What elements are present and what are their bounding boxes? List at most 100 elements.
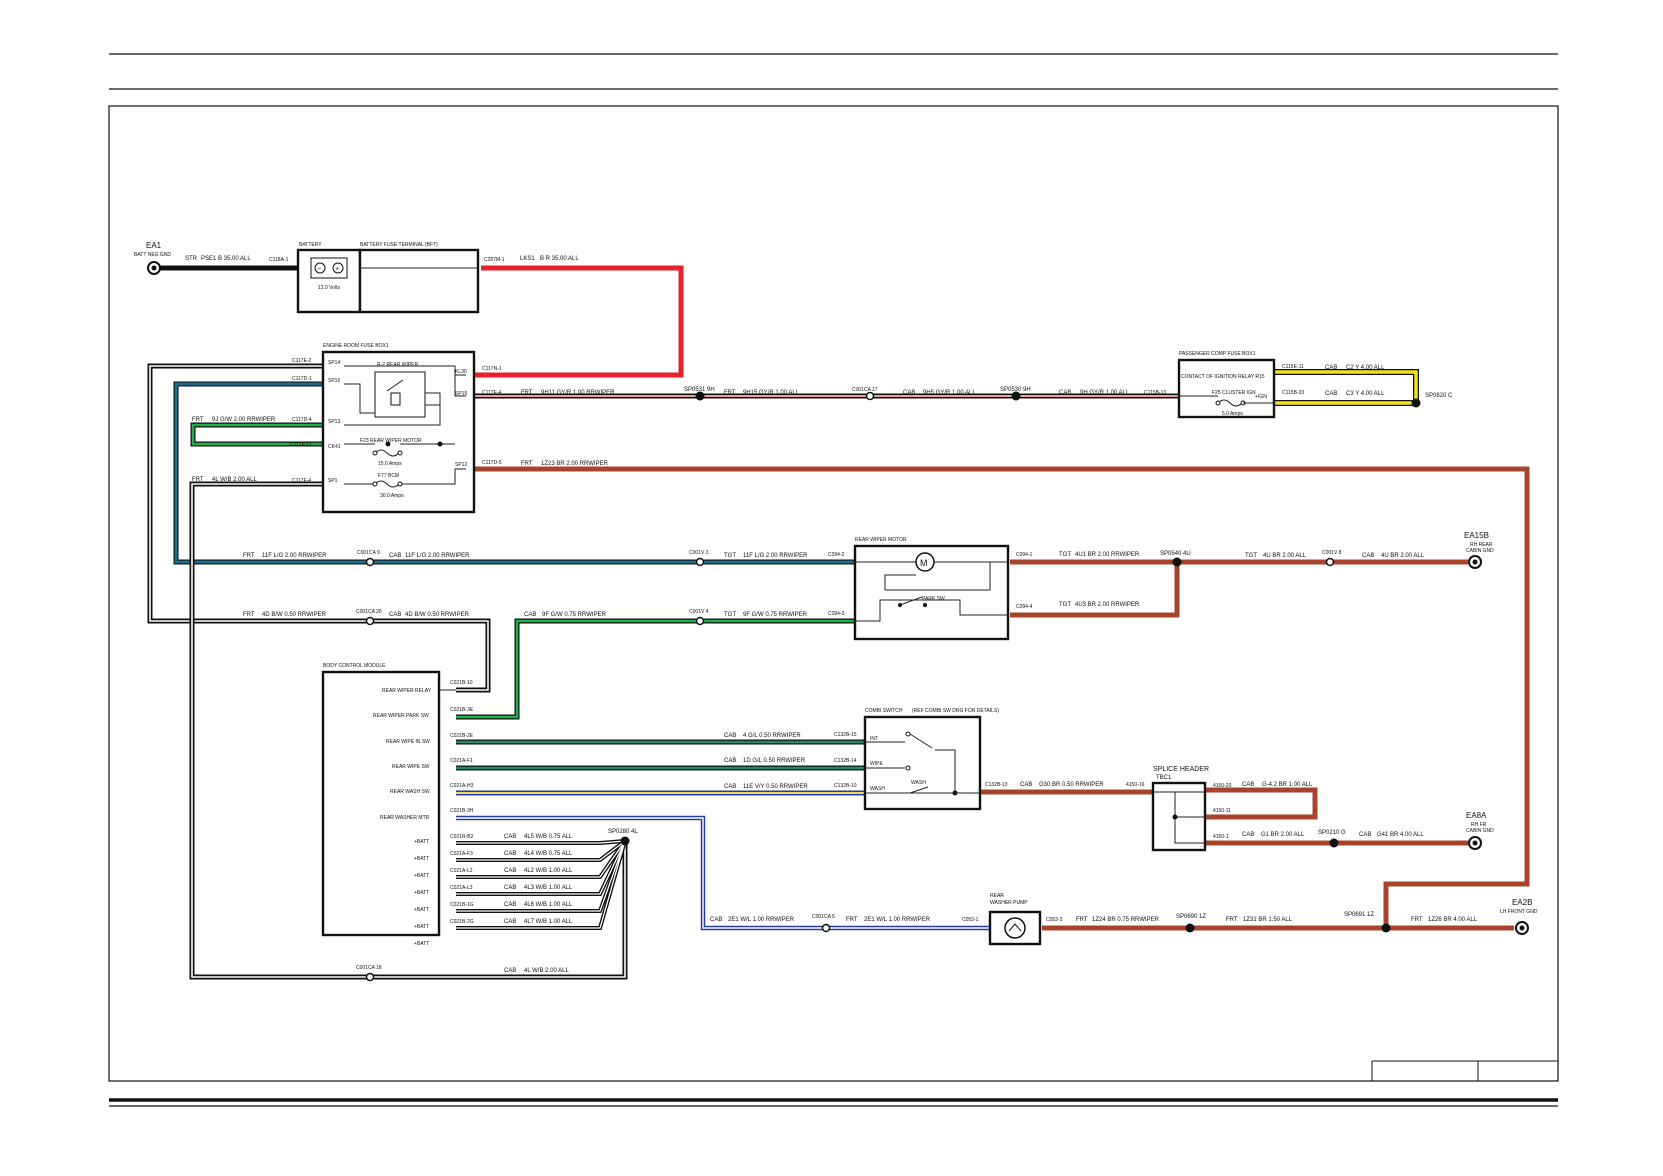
rear-wiper-relay-label: R-2 REAR WIPER xyxy=(377,362,419,368)
wl-4d-cab-loc: CAB xyxy=(389,612,401,618)
conn-c001ca17: C001CA 17 xyxy=(852,387,878,393)
conn-c117d1: C117D-1 xyxy=(292,376,312,382)
wl-4l-spec: 4L W/B 2.00 ALL xyxy=(212,477,257,483)
wl-4l3-loc: CAB xyxy=(504,885,516,891)
wl-9h11-spec: 9H11 GY/R 1.00 RRWIPER xyxy=(541,390,615,396)
wl-c2-spec: C2 Y 4.00 ALL xyxy=(1346,365,1385,371)
ground-ea2b-desc: LH FRONT GND xyxy=(1500,909,1538,915)
bcm-conn-10: C021B-1G xyxy=(450,902,474,908)
wl-g30-loc: CAB xyxy=(1020,782,1032,788)
splice-sp0690: SP0690 1Z xyxy=(1176,914,1206,920)
splice-header-title: SPLICE HEADER xyxy=(1153,766,1209,773)
conn-c094-3: C094-3 xyxy=(828,611,845,617)
conn-c115b33: C115B-33 xyxy=(1282,390,1304,396)
wl-9h15-loc: FRT xyxy=(724,390,736,396)
wl-1z24-spec: 1Z24 BR 0.75 RRWIPER xyxy=(1092,917,1160,923)
splice-sp0820: SP0820 C xyxy=(1425,393,1453,399)
pin-sp15: SP15 xyxy=(455,391,467,397)
wl-4u3-spec: 4U3 BR 2.00 RRWIPER xyxy=(1075,602,1140,608)
wl-11f-tgt-loc: TGT xyxy=(724,553,736,559)
splice-pin-20: 4150-20 xyxy=(1213,783,1232,789)
conn-c287m1: C287M-1 xyxy=(484,257,505,263)
wire-1z23 xyxy=(474,466,1530,926)
wl-g42-loc: CAB xyxy=(1242,782,1254,788)
bcm-pin-11: +BATT xyxy=(414,924,429,930)
bcm-conn-9: C021A-L3 xyxy=(450,885,473,891)
bcm-pin-6: +BATT xyxy=(414,839,429,845)
wl-1dgl-loc: CAB xyxy=(724,758,736,764)
wl-4u1-loc: TGT xyxy=(1059,552,1071,558)
wl-9h5-loc: CAB xyxy=(903,390,915,396)
wl-9f-tgt-spec: 9F G/W 0.75 RRWIPER xyxy=(743,612,808,618)
conn-c117d4: C117D-4 xyxy=(292,417,312,423)
pin-sp12: SP12 xyxy=(455,462,467,468)
rear-washer-pump: REAR WASHER PUMP xyxy=(988,893,1042,946)
washer-pump-title2: WASHER PUMP xyxy=(990,900,1028,906)
combi-switch-title: COMBI SWITCH xyxy=(865,708,903,714)
bcm-conn-7: C021A-F3 xyxy=(450,851,473,857)
combi-wash-label: WASH xyxy=(911,780,926,786)
wl-4gl-loc: CAB xyxy=(724,733,736,739)
conn-c132b10: C132B-10 xyxy=(834,783,857,789)
wl-9j-spec: 9J G/W 2.00 RRWIPER xyxy=(212,417,276,423)
wl-4l4-loc: CAB xyxy=(504,851,516,857)
wl-4l-cab-spec: 4L W/B 2.00 ALL xyxy=(524,968,569,974)
ground-ea1-name: EA1 xyxy=(146,241,162,250)
wl-9h11-loc: FRT xyxy=(521,390,533,396)
wl-9h-loc: CAB xyxy=(1059,390,1071,396)
wl-4u1-spec: 4U1 BR 2.00 RRWIPER xyxy=(1075,552,1140,558)
wl-c3-spec: C3 Y 4.00 ALL xyxy=(1346,391,1385,397)
conn-c053-2: C053-2 xyxy=(1046,917,1063,923)
conn-c117f11: C117F-11 xyxy=(290,442,312,448)
conn-c115b13: C115B-13 xyxy=(1144,390,1166,396)
passenger-fuse-box: PASSENGER COMP FUSE BOX1 CONTACT OF IGNI… xyxy=(1177,351,1276,419)
wl-4gl-spec: 4 G/L 0.50 RRWIPER xyxy=(743,733,801,739)
conn-c001ca18: C001CA 18 xyxy=(356,965,382,971)
splice-nodes xyxy=(620,391,1421,933)
passenger-fuse-box-title: PASSENGER COMP FUSE BOX1 xyxy=(1179,351,1256,357)
splice-sp0280: SP0280 4L xyxy=(608,829,638,835)
bcm-pin-7: +BATT xyxy=(414,856,429,862)
wl-1z23-spec: 1Z23 BR 2.00 RRWIPER xyxy=(541,461,609,467)
ground-ea1-desc: BATT NEG GND xyxy=(134,252,171,258)
bcm-pin-0: REAR WIPER RELAY xyxy=(382,688,432,694)
wl-1dgl-spec: 1D G/L 0.50 RRWIPER xyxy=(743,758,806,764)
wl-9f-cab-spec: 9F G/W 0.75 RRWIPER xyxy=(542,612,607,618)
ground-ea2b-name: EA2B xyxy=(1512,898,1532,907)
fuse-f25-amps: 5.0 Amps xyxy=(1222,411,1243,417)
conn-c001ca5: C001CA 5 xyxy=(812,914,835,920)
bcm-title: BODY CONTROL MODULE xyxy=(323,663,386,669)
battery-title: BATTERY xyxy=(299,242,322,248)
wl-11e-spec: 11E V/Y 0.50 RRWIPER xyxy=(743,784,808,790)
wl-g1-spec: G1 BR 2.00 ALL xyxy=(1261,832,1305,838)
engine-fuse-box-title: ENGINE ROOM FUSE BOX1 xyxy=(323,343,389,349)
wl-4l2-loc: CAB xyxy=(504,868,516,874)
wl-4u-tgt-loc: TGT xyxy=(1245,553,1257,559)
splice-pin-1: 4150-1 xyxy=(1213,834,1229,840)
bcm-conn-8: C021A-L2 xyxy=(450,868,473,874)
bcm-pin-8: +BATT xyxy=(414,873,429,879)
splice-sp0531: SP0531 9H xyxy=(684,387,715,393)
wire-c2c3-core xyxy=(1275,370,1418,405)
bcm-conn-6: C021R-B2 xyxy=(450,834,474,840)
wl-4l3-spec: 4L3 W/B 1.00 ALL xyxy=(524,885,573,891)
conn-4150-16: 4150-16 xyxy=(1126,782,1145,788)
fuse-f77-amps: 30.0 Amps xyxy=(380,493,404,499)
wl-lks1-spec: B R 35.00 ALL xyxy=(540,256,579,262)
wl-4d-frt-loc: FRT xyxy=(243,612,255,618)
wl-4u-tgt-spec: 4U BR 2.00 ALL xyxy=(1263,553,1307,559)
wl-4l2-spec: 4L2 W/B 1.00 ALL xyxy=(524,868,573,874)
ground-ea15b-name: EA15B xyxy=(1464,531,1489,540)
bcm-pin-2: REAR WIPE IN SW xyxy=(386,739,430,745)
splice-header: SPLICE HEADER TBC1 4150-20 4150-11 4150-… xyxy=(1151,766,1232,852)
wl-2e1-frt-spec: 2E1 W/L 1.00 RRWIPER xyxy=(864,917,931,923)
wl-9f-cab-loc: CAB xyxy=(524,612,536,618)
conn-c094-1: C094-1 xyxy=(1016,552,1033,558)
washer-pump-title1: REAR xyxy=(990,893,1004,899)
splice-sp0210: SP0210 G xyxy=(1318,830,1346,836)
wl-4l5-spec: 4L5 W/B 0.75 ALL xyxy=(524,834,573,840)
battery-voltage: 12.0 Volts xyxy=(318,285,340,291)
conn-c094-4: C094-4 xyxy=(1016,604,1033,610)
bcm-conn-2: C021B-2E xyxy=(450,733,474,739)
splice-sp0530: SP0530 9H xyxy=(1000,387,1031,393)
